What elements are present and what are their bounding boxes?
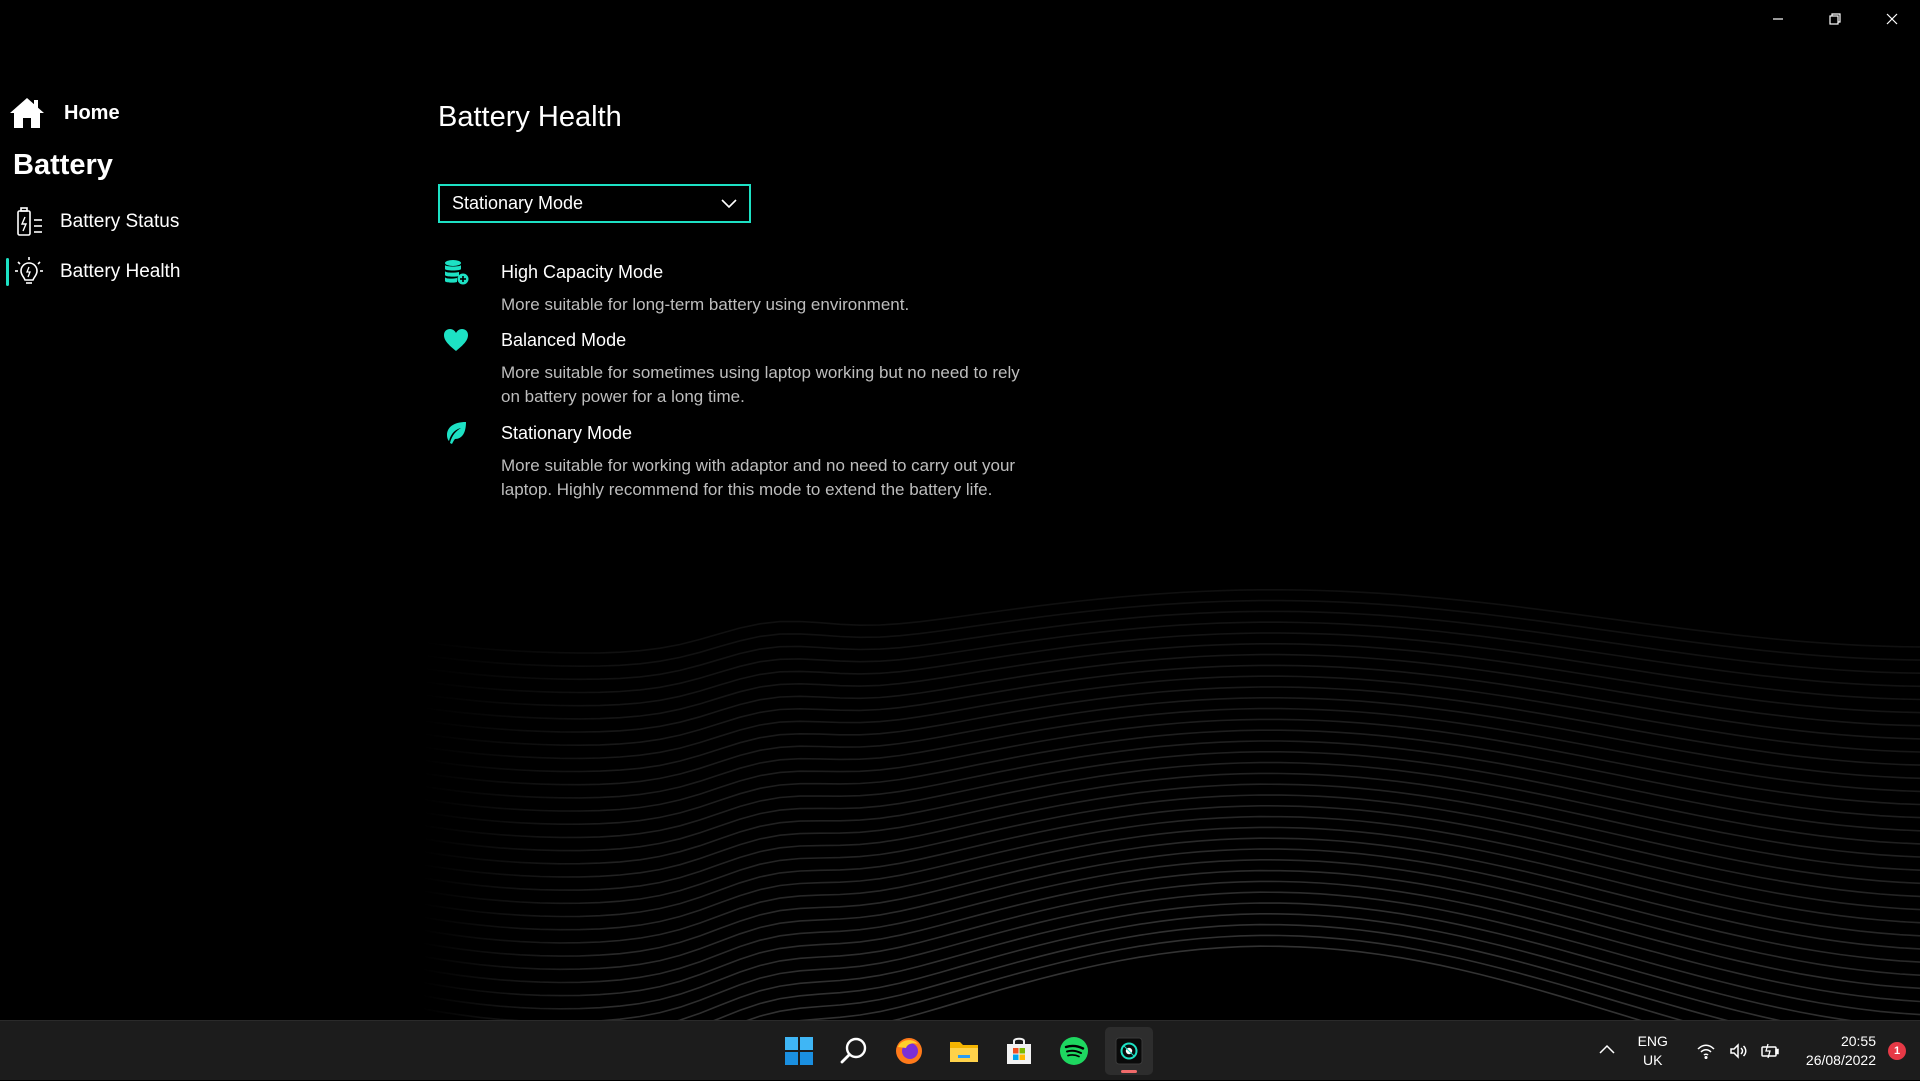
- clock-time: 20:55: [1840, 1033, 1876, 1049]
- mode-title: High Capacity Mode: [501, 262, 664, 282]
- wave-background: [0, 560, 1920, 1020]
- mode-title: Stationary Mode: [501, 423, 633, 443]
- taskbar-firefox-button[interactable]: [885, 1027, 933, 1075]
- taskbar-apps: [775, 1027, 1153, 1075]
- taskbar-file-explorer-button[interactable]: [940, 1027, 988, 1075]
- battery-health-icon: [15, 257, 43, 284]
- mode-description: More suitable for working with adaptor a…: [501, 456, 1016, 499]
- mode-title: Balanced Mode: [501, 330, 627, 350]
- heart-icon: [444, 329, 468, 351]
- close-button[interactable]: [1863, 0, 1920, 38]
- home-label: Home: [64, 101, 120, 124]
- language-code: ENG: [1637, 1033, 1668, 1049]
- database-plus-icon: [445, 260, 469, 285]
- language-indicator[interactable]: ENG UK: [1638, 1032, 1668, 1070]
- battery-status-icon: [17, 207, 42, 236]
- tray-overflow-button[interactable]: [1598, 1042, 1616, 1060]
- firefox-icon: [896, 1038, 922, 1064]
- taskbar-battery-app-button[interactable]: [1105, 1027, 1153, 1075]
- dropdown-selected-value: Stationary Mode: [452, 193, 584, 213]
- wave-fade: [0, 560, 1920, 1020]
- mode-description: More suitable for long-term battery usin…: [501, 295, 910, 314]
- taskbar-store-button[interactable]: [995, 1027, 1043, 1075]
- page-title: Battery Health: [438, 101, 622, 133]
- battery-app-icon: [1115, 1037, 1143, 1065]
- taskbar-start-button[interactable]: [775, 1027, 823, 1075]
- folder-icon: [950, 1042, 978, 1062]
- clock-date: 26/08/2022: [1805, 1052, 1876, 1068]
- sidebar-item-label: Battery Status: [60, 211, 180, 232]
- close-icon: [1886, 13, 1897, 25]
- minimize-icon: [1772, 18, 1783, 20]
- taskbar-search-button[interactable]: [830, 1027, 878, 1075]
- minimize-button[interactable]: [1749, 0, 1806, 38]
- sidebar-section-title: Battery: [13, 149, 113, 181]
- system-tray: ENG UK 20:55 26/08/2022 1: [1598, 1021, 1920, 1081]
- volume-icon: [1730, 1043, 1747, 1059]
- app-window: Home Battery Battery Status Battery Heal…: [0, 0, 1920, 1020]
- taskbar-spotify-button[interactable]: [1050, 1027, 1098, 1075]
- restore-button[interactable]: [1806, 0, 1863, 38]
- taskbar: ENG UK 20:55 26/08/2022 1: [0, 1020, 1920, 1080]
- battery-charging-icon: [1761, 1043, 1779, 1059]
- restore-icon: [1828, 13, 1841, 25]
- sidebar-item-label: Battery Health: [60, 261, 181, 282]
- taskbar-clock[interactable]: 20:55 26/08/2022: [1806, 1032, 1876, 1070]
- chevron-down-icon: [721, 198, 737, 208]
- sidebar-item-battery-health[interactable]: Battery Health: [6, 252, 180, 292]
- home-icon: [10, 98, 44, 128]
- store-icon: [1007, 1037, 1031, 1064]
- windows-start-icon: [785, 1037, 813, 1065]
- mode-description: More suitable for sometimes using laptop…: [501, 363, 1020, 406]
- window-controls: [1749, 0, 1920, 38]
- tray-quick-settings[interactable]: [1696, 1042, 1780, 1060]
- spotify-icon: [1060, 1037, 1088, 1065]
- mode-dropdown[interactable]: Stationary Mode: [438, 184, 751, 223]
- language-region: UK: [1643, 1052, 1663, 1068]
- leaf-icon: [447, 422, 466, 444]
- home-nav-button[interactable]: Home: [8, 96, 120, 130]
- search-icon: [840, 1037, 867, 1064]
- chevron-up-icon: [1599, 1044, 1615, 1054]
- sidebar-item-battery-status[interactable]: Battery Status: [6, 202, 179, 242]
- notification-badge[interactable]: 1: [1888, 1042, 1906, 1060]
- wifi-icon: [1697, 1044, 1715, 1060]
